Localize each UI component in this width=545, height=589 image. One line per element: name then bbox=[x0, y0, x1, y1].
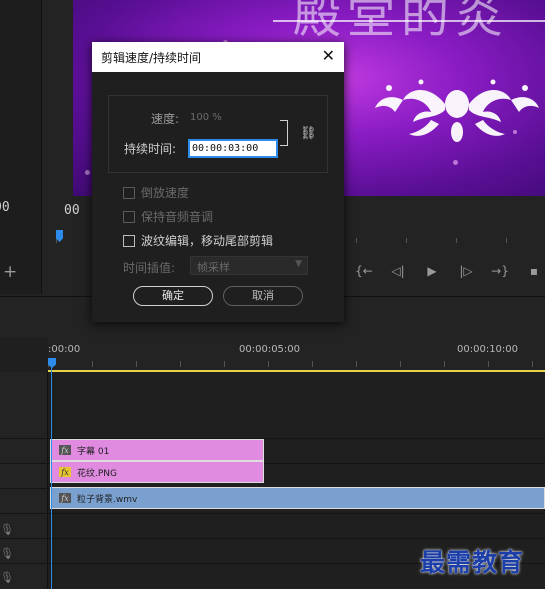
clip-title-01[interactable]: fx 字幕 01 bbox=[50, 439, 264, 461]
checkbox-label: 保持音频音调 bbox=[141, 210, 214, 224]
video-title: 殿堂的炎 bbox=[293, 0, 510, 44]
fx-badge-icon: fx bbox=[59, 467, 71, 477]
ruler-tick bbox=[506, 238, 507, 243]
fx-badge-icon: fx bbox=[59, 493, 71, 503]
maintain-pitch-checkbox-row[interactable]: 保持音频音调 bbox=[123, 208, 213, 225]
ruler-tick bbox=[312, 361, 313, 367]
clip-speed-duration-dialog: 剪辑速度/持续时间 ✕ 速度: 100 % 持续时间: 00:00:03:00 … bbox=[92, 42, 344, 322]
ok-button[interactable]: 确定 bbox=[133, 286, 213, 306]
timeline-ruler[interactable]: :00:00 00:00:05:00 00:00:10:00 bbox=[48, 337, 545, 371]
track-headers: 🎙 🎙 🎙 bbox=[0, 372, 48, 589]
premiere-workspace: { "source_monitor": { "timecode": "00" }… bbox=[0, 0, 545, 589]
track-divider bbox=[0, 538, 545, 539]
track-divider bbox=[0, 513, 545, 514]
ruler-tick bbox=[444, 361, 445, 367]
link-chain-icon[interactable]: ⛓ bbox=[300, 126, 317, 141]
play-icon[interactable]: ▶ bbox=[422, 264, 442, 278]
close-icon[interactable]: ✕ bbox=[322, 47, 335, 65]
duration-input[interactable]: 00:00:03:00 bbox=[188, 139, 278, 158]
ripple-edit-checkbox-row[interactable]: 波纹编辑，移动尾部剪辑 bbox=[123, 232, 273, 249]
reverse-speed-checkbox[interactable] bbox=[123, 186, 135, 199]
clip-flower-png[interactable]: fx 花纹.PNG bbox=[50, 461, 264, 483]
ruler-label: :00:00 bbox=[48, 344, 81, 355]
step-forward-icon[interactable]: |▷ bbox=[456, 264, 476, 278]
ruler-tick bbox=[356, 361, 357, 367]
ruler-tick bbox=[532, 361, 533, 367]
ruler-tick bbox=[406, 238, 407, 243]
duration-label: 持续时间: bbox=[124, 142, 177, 156]
ruler-tick bbox=[224, 361, 225, 367]
ruler-tick bbox=[488, 361, 489, 367]
checkbox-label: 波纹编辑，移动尾部剪辑 bbox=[141, 234, 274, 248]
ruler-tick bbox=[268, 361, 269, 367]
transport-controls: {← ◁| ▶ |▷ →} ▪ bbox=[354, 264, 544, 278]
mic-icon[interactable]: 🎙 bbox=[0, 547, 14, 560]
cancel-button[interactable]: 取消 bbox=[223, 286, 303, 306]
ruler-label: 00:00:10:00 bbox=[457, 344, 519, 355]
dialog-titlebar[interactable]: 剪辑速度/持续时间 ✕ bbox=[92, 42, 344, 72]
export-frame-icon[interactable]: ▪ bbox=[524, 264, 544, 278]
sparkle bbox=[453, 160, 458, 165]
ruler-tick bbox=[180, 361, 181, 367]
clip-particle-bg[interactable]: fx 粒子背景.wmv bbox=[50, 487, 545, 509]
clip-name: 字幕 01 bbox=[77, 446, 110, 457]
ruler-tick bbox=[136, 361, 137, 367]
sparkle bbox=[85, 170, 90, 175]
speed-value[interactable]: 100 % bbox=[190, 112, 222, 123]
link-bracket bbox=[280, 120, 288, 146]
checkbox-label: 倒放速度 bbox=[141, 186, 190, 200]
dialog-title: 剪辑速度/持续时间 bbox=[101, 51, 202, 65]
title-underline bbox=[273, 20, 545, 22]
speed-label: 速度: bbox=[151, 112, 180, 126]
mic-icon[interactable]: 🎙 bbox=[0, 571, 14, 584]
interpolation-value: 帧采样 bbox=[197, 261, 230, 274]
work-area-bar[interactable] bbox=[48, 370, 545, 372]
interpolation-label: 时间插值: bbox=[123, 261, 176, 275]
timeline-playhead-line bbox=[51, 367, 52, 589]
fx-badge-icon: fx bbox=[59, 445, 71, 455]
timeline-panel: :00:00 00:00:05:00 00:00:10:00 🎙 🎙 🎙 fx … bbox=[0, 296, 545, 589]
speed-duration-group bbox=[108, 95, 328, 173]
add-button[interactable]: + bbox=[3, 262, 17, 282]
ruler-tick bbox=[456, 238, 457, 243]
mic-icon[interactable]: 🎙 bbox=[0, 523, 14, 536]
source-timecode[interactable]: 00 bbox=[0, 200, 10, 215]
ruler-tick bbox=[92, 361, 93, 367]
clip-name: 花纹.PNG bbox=[77, 468, 117, 479]
source-monitor: 00 + bbox=[0, 0, 42, 294]
reverse-speed-checkbox-row[interactable]: 倒放速度 bbox=[123, 184, 189, 201]
chevron-down-icon: ▼ bbox=[295, 259, 302, 269]
ruler-tick bbox=[356, 238, 357, 243]
ornament-graphic bbox=[375, 79, 539, 142]
interpolation-select[interactable]: 帧采样 ▼ bbox=[190, 256, 308, 275]
ripple-edit-checkbox[interactable] bbox=[123, 234, 135, 247]
maintain-pitch-checkbox[interactable] bbox=[123, 210, 135, 223]
program-timecode[interactable]: 00 bbox=[64, 203, 80, 218]
watermark-logo: 最需教育 bbox=[420, 548, 525, 577]
clip-name: 粒子背景.wmv bbox=[77, 494, 138, 505]
go-to-in-icon[interactable]: {← bbox=[354, 264, 374, 278]
step-back-icon[interactable]: ◁| bbox=[388, 264, 408, 278]
ruler-label: 00:00:05:00 bbox=[239, 344, 301, 355]
ruler-tick bbox=[400, 361, 401, 367]
go-to-out-icon[interactable]: →} bbox=[490, 264, 510, 278]
